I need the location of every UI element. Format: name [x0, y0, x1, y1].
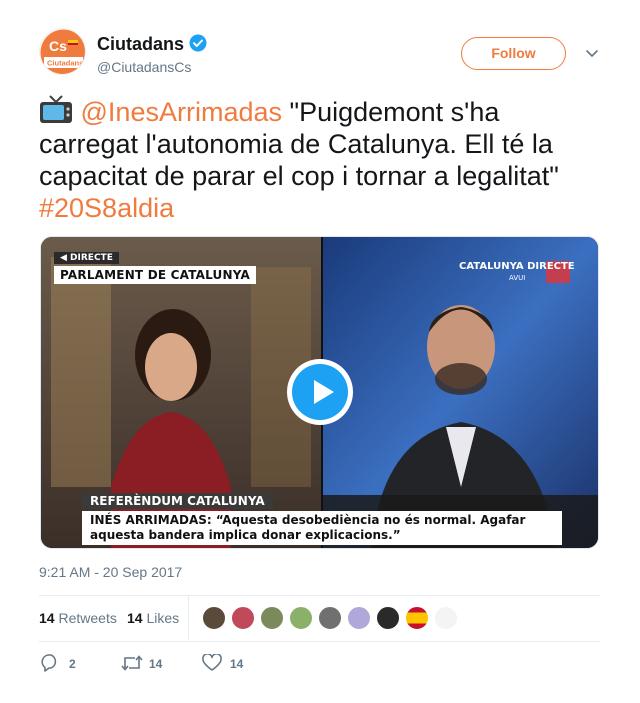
ciutadans-logo-icon: Cs Ciutadans [40, 29, 85, 74]
retweet-count: 14 [149, 657, 163, 671]
retweets-stat[interactable]: 14 Retweets [39, 610, 117, 626]
liker-avatar-5[interactable] [318, 606, 342, 630]
author-screen-name[interactable]: @CiutadansCs [97, 59, 191, 75]
liker-avatar-7[interactable] [376, 606, 400, 630]
top-chyron: PARLAMENT DE CATALUNYA [54, 266, 256, 284]
like-count: 14 [230, 657, 244, 671]
author-display-name[interactable]: Ciutadans [97, 34, 184, 55]
hashtag-link[interactable]: #20S8aldia [39, 193, 174, 223]
stats-separator [188, 596, 189, 640]
tweet-actions: 2 14 14 [39, 650, 600, 676]
liker-avatar-6[interactable] [347, 606, 371, 630]
follow-button[interactable]: Follow [461, 37, 566, 70]
retweets-count: 14 [39, 610, 55, 626]
author-avatar[interactable]: Cs Ciutadans [39, 28, 86, 75]
liker-avatar-4[interactable] [289, 606, 313, 630]
likes-stat[interactable]: 14 Likes [127, 610, 179, 626]
stats-divider-bottom [39, 641, 600, 642]
heart-icon [202, 654, 222, 671]
tweet-text: @InesArrimadas "Puigdemont s'ha carregat… [39, 95, 604, 224]
video-player[interactable]: ◀ DIRECTE PARLAMENT DE CATALUNYA CATALUN… [40, 236, 599, 549]
tweet-timestamp[interactable]: 9:21 AM - 20 Sep 2017 [39, 564, 182, 580]
mention-link[interactable]: @InesArrimadas [81, 97, 282, 127]
verified-badge-icon [189, 34, 207, 52]
reply-count: 2 [69, 657, 76, 671]
chevron-down-icon[interactable] [585, 46, 599, 60]
reply-icon [41, 654, 57, 672]
tv-icon [40, 95, 72, 123]
avatar-sub-text: Ciutadans [47, 59, 83, 68]
likes-label: Likes [146, 610, 180, 626]
channel-label: CATALUNYA DIRECTE [459, 261, 575, 272]
liker-avatar-3[interactable] [260, 606, 284, 630]
play-button[interactable] [287, 359, 353, 425]
channel-sub-label: AVUI [509, 274, 526, 282]
lower-third-title: REFERÈNDUM CATALUNYA [82, 493, 273, 509]
liker-avatar-9[interactable] [434, 606, 458, 630]
liker-avatar-8[interactable] [405, 606, 429, 630]
tweet-stats: 14 Retweets 14 Likes [39, 596, 600, 640]
retweets-label: Retweets [58, 610, 117, 626]
retweet-icon [121, 655, 143, 671]
likes-count: 14 [127, 610, 143, 626]
tweet-header: Cs Ciutadans Ciutadans @CiutadansCs Foll… [39, 28, 599, 84]
play-button-inner [292, 364, 348, 420]
liker-avatar-1[interactable] [202, 606, 226, 630]
lower-third-quote: INÉS ARRIMADAS: “Aquesta desobediència n… [82, 511, 562, 545]
liker-avatar-2[interactable] [231, 606, 255, 630]
live-tag: ◀ DIRECTE [54, 252, 119, 264]
avatar-logo-text: Cs [49, 38, 67, 54]
play-icon [314, 380, 334, 404]
